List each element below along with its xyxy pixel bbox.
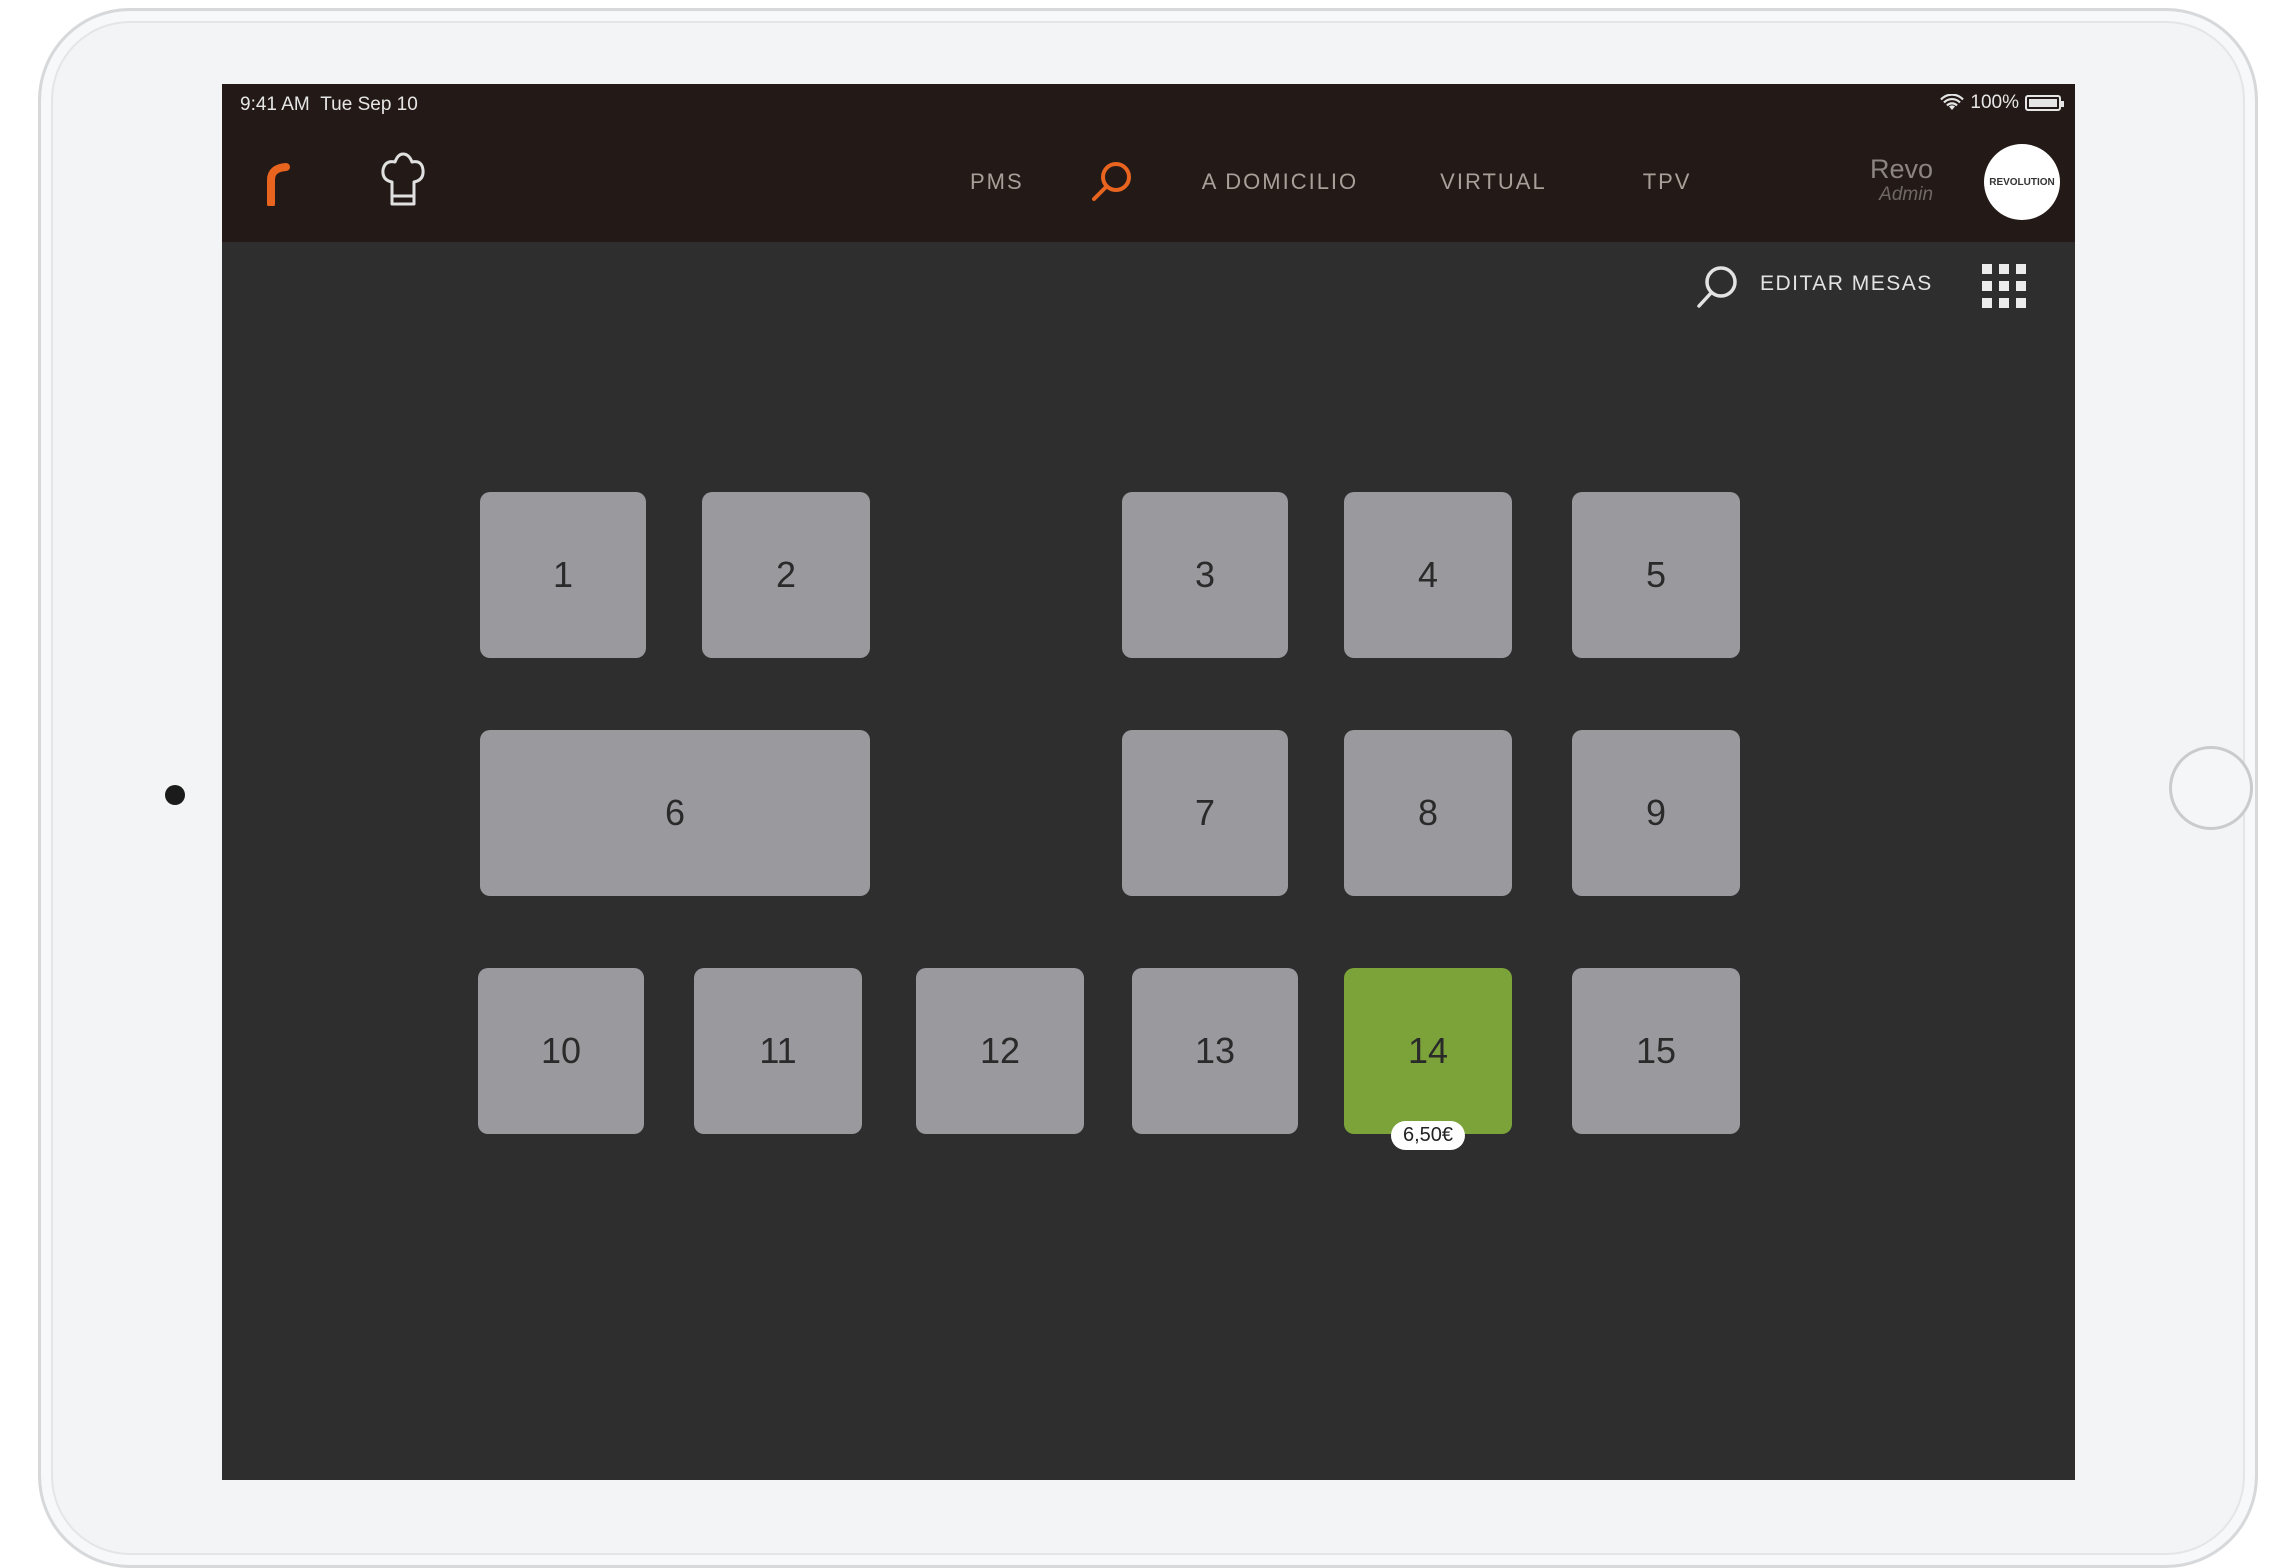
status-indicators: 100% [1940,92,2064,114]
table-10[interactable]: 10 [478,968,644,1134]
table-2[interactable]: 2 [702,492,870,658]
floor-toolbar: EDITAR MESAS [222,242,2075,332]
table-number: 1 [552,554,574,595]
nav-virtual[interactable]: VIRTUAL [1440,169,1547,195]
table-4[interactable]: 4 [1344,492,1512,658]
battery-percent: 100% [1970,92,2019,113]
table-5[interactable]: 5 [1572,492,1740,658]
nav-tpv[interactable]: TPV [1643,169,1692,195]
table-13[interactable]: 13 [1132,968,1298,1134]
app-header: PMS A DOMICILIO VIRTUAL TPV Revo Admin R… [222,122,2075,242]
nav-a-domicilio[interactable]: A DOMICILIO [1202,169,1358,195]
grid-icon[interactable] [1980,262,2028,310]
table-7[interactable]: 7 [1122,730,1288,896]
table-number: 9 [1645,792,1667,833]
table-number: 13 [1194,1030,1236,1071]
search-icon[interactable] [1692,262,1742,312]
table-number: 12 [979,1030,1021,1071]
user-role: Admin [1879,184,1934,205]
avatar[interactable]: REVOLUTION [1984,144,2060,220]
table-1[interactable]: 1 [480,492,646,658]
table-number: 14 [1407,1030,1449,1071]
table-number: 5 [1645,554,1667,595]
battery-icon [2025,95,2064,111]
table-number: 3 [1194,554,1216,595]
table-number: 4 [1417,554,1439,595]
table-15[interactable]: 15 [1572,968,1740,1134]
table-number: 2 [775,554,797,595]
table-number: 6 [664,792,686,833]
chef-hat-icon[interactable] [378,152,428,210]
table-3[interactable]: 3 [1122,492,1288,658]
table-number: 15 [1635,1030,1677,1071]
home-button[interactable] [2169,746,2253,830]
table-8[interactable]: 8 [1344,730,1512,896]
table-number: 8 [1417,792,1439,833]
status-bar: 9:41 AM Tue Sep 10 100% [222,84,2075,122]
search-icon[interactable] [1088,159,1136,205]
table-12[interactable]: 12 [916,968,1084,1134]
table-6[interactable]: 6 [480,730,870,896]
revo-logo-icon[interactable] [264,158,294,206]
status-time: 9:41 AM Tue Sep 10 [240,94,418,115]
user-name: Revo [1870,154,1934,184]
app-screen: 9:41 AM Tue Sep 10 100% PMS A DOMICILIO … [222,84,2075,1480]
table-9[interactable]: 9 [1572,730,1740,896]
avatar-logo-text: REVOLUTION [1989,176,2055,188]
table-price-badge: 6,50€ [1390,1121,1466,1150]
front-camera [165,785,185,805]
main-nav: PMS A DOMICILIO VIRTUAL TPV [970,162,1691,202]
user-info[interactable]: Revo Admin [1870,154,1933,206]
wifi-icon [1940,94,1965,110]
table-number: 7 [1194,792,1216,833]
table-14[interactable]: 14 6,50€ [1344,968,1512,1150]
table-number: 10 [540,1030,582,1071]
table-number: 11 [759,1030,797,1071]
table-11[interactable]: 11 [694,968,862,1134]
edit-tables-button[interactable]: EDITAR MESAS [1760,272,1933,296]
nav-pms[interactable]: PMS [970,169,1024,195]
